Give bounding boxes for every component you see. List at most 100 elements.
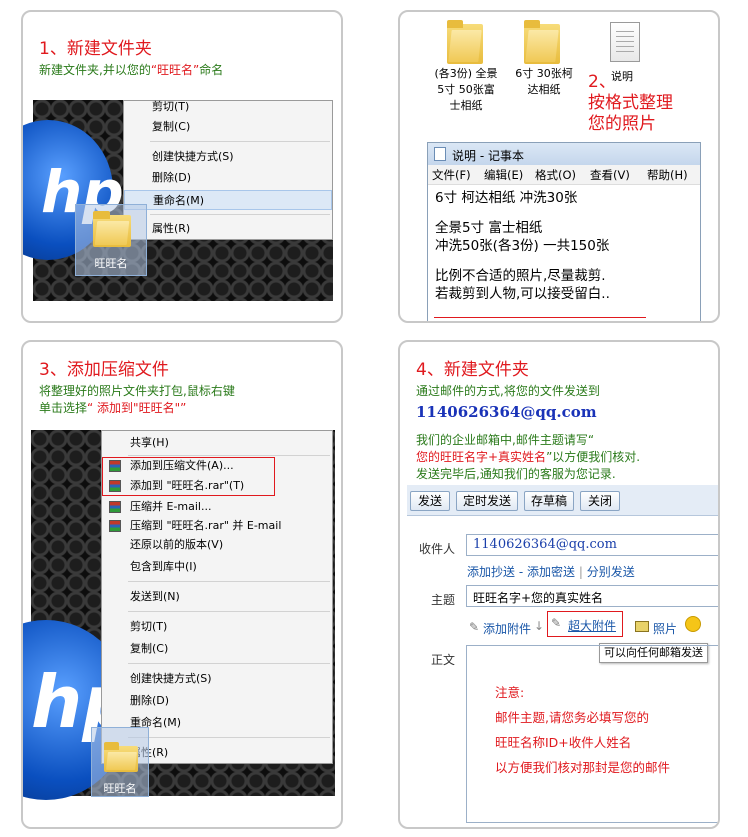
folder-icon [93, 211, 131, 247]
step4-desc4: 您的旺旺名字+真实姓名”以方便我们核对. [416, 448, 640, 465]
menu-restore-versions[interactable]: 还原以前的版本(V) [102, 535, 332, 555]
notepad-line: 若裁剪到人物,可以接受留白.. [435, 286, 610, 302]
body-note: 注意: 邮件主题,请您务必填写您的 旺旺名称ID+收件人姓名 以方便我们核对那封… [495, 680, 670, 780]
dropdown-arrow-icon[interactable]: ↓ [534, 619, 544, 633]
menu-compress-rar-email[interactable]: 压缩到 "旺旺名.rar" 并 E-mail [102, 516, 332, 536]
context-menu: 共享(H) 添加到压缩文件(A)... 添加到 "旺旺名.rar"(T) 压缩并… [101, 430, 333, 764]
step2-note-a: 2、 [588, 72, 616, 92]
add-attachment-link[interactable]: 添加附件 [483, 620, 531, 637]
desktop-folder[interactable]: 旺旺名 [91, 727, 149, 797]
scheduled-send-button[interactable]: 定时发送 [456, 491, 518, 511]
step3-desc2: 单击选择“ 添加到"旺旺名"” [39, 399, 186, 416]
desktop-folder[interactable]: 旺旺名 [75, 204, 147, 276]
step4-desc3: 我们的企业邮箱中,邮件主题请写“ [416, 433, 595, 447]
menu-properties[interactable]: 属性(R) [124, 219, 332, 239]
menu-create-shortcut[interactable]: 创建快捷方式(S) [102, 669, 332, 689]
photo-link[interactable]: 照片 [653, 620, 677, 637]
menu-include-library[interactable]: 包含到库中(I) [102, 557, 332, 577]
paperclip-icon: ✎ [551, 616, 562, 630]
subject-label: 主题 [431, 593, 456, 607]
step4-title: 4、新建文件夹 [416, 360, 529, 380]
big-attachment-link: 超大附件 [568, 619, 617, 633]
winrar-icon [109, 520, 121, 532]
to-label: 收件人 [419, 542, 456, 556]
notepad-line: 6寸 柯达相纸 冲洗30张 [435, 190, 578, 206]
send-button[interactable]: 发送 [410, 491, 450, 511]
notepad-menu-help[interactable]: 帮助(H) [647, 167, 688, 183]
context-menu: 剪切(T) 复制(C) 创建快捷方式(S) 删除(D) 重命名(M) 属性(R) [123, 100, 333, 240]
subject-field[interactable]: 旺旺名字+您的真实姓名 [466, 585, 718, 607]
mail-compose: 发送 定时发送 存草稿 关闭 收件人 1140626364@qq.com 添加抄… [407, 485, 718, 827]
notepad-line: 全景5寸 富士相纸 [435, 220, 543, 236]
folder-icon[interactable] [447, 20, 483, 64]
step4-desc4-b: ”以方便我们核对. [546, 450, 641, 464]
notepad-text[interactable]: 6寸 柯达相纸 冲洗30张 全景5寸 富士相纸 冲洗50张(各3份) 一共150… [435, 189, 610, 303]
menu-copy[interactable]: 复制(C) [102, 639, 332, 659]
link-separator: | [578, 565, 583, 579]
menu-separator [128, 581, 330, 582]
add-bcc-link[interactable]: 添加密送 [527, 565, 575, 579]
emoji-icon[interactable] [685, 616, 701, 632]
winrar-icon [109, 501, 121, 513]
step2-panel: (各3份) 全景5寸 50张富士相纸 6寸 30张柯达相纸 说明 2、 按格式整… [398, 10, 720, 323]
step1-desc-b: “旺旺名” [150, 63, 200, 77]
menu-share[interactable]: 共享(H) [102, 433, 332, 453]
notepad-icon [434, 147, 446, 161]
to-field[interactable]: 1140626364@qq.com [466, 534, 718, 556]
red-underline [434, 317, 646, 318]
menu-cut[interactable]: 剪切(T) [102, 617, 332, 637]
step1-panel: 1、新建文件夹 新建文件夹,并以您的“旺旺名”命名 hp 剪切(T) 复制(C)… [21, 10, 343, 323]
notepad-menu-format[interactable]: 格式(O) [535, 167, 576, 183]
notepad-menubar: 文件(F) 编辑(E) 格式(O) 查看(V) 帮助(H) [428, 165, 700, 185]
menu-copy[interactable]: 复制(C) [124, 117, 332, 137]
menu-separator [128, 611, 330, 612]
folder-label: 旺旺名 [103, 782, 137, 795]
step3-desc2-a: 单击选择 [39, 401, 88, 415]
menu-create-shortcut[interactable]: 创建快捷方式(S) [124, 147, 332, 167]
step3-desc2-b: “ 添加到"旺旺名"” [87, 401, 187, 415]
menu-separator [128, 737, 330, 738]
notepad-window: 说明 - 记事本 文件(F) 编辑(E) 格式(O) 查看(V) 帮助(H) 6… [427, 142, 701, 321]
folder-label: 旺旺名 [94, 257, 128, 270]
paperclip-icon: ✎ [469, 620, 480, 634]
step3-title: 3、添加压缩文件 [39, 360, 169, 380]
folder-icon [104, 742, 138, 772]
notepad-menu-edit[interactable]: 编辑(E) [484, 167, 523, 183]
step4-desc5: 发送完毕后,通知我们的客服为您记录. [416, 467, 616, 481]
close-button[interactable]: 关闭 [580, 491, 620, 511]
photo-icon [635, 621, 649, 632]
step3-desc: 将整理好的照片文件夹打包,鼠标右键 [39, 384, 235, 398]
separate-send-link[interactable]: 分别发送 [587, 565, 635, 579]
notepad-line: 比例不合适的照片,尽量裁剪. [435, 268, 606, 284]
highlight-box [102, 457, 275, 496]
step1-desc: 新建文件夹,并以您的“旺旺名”命名 [39, 61, 223, 78]
notepad-menu-view[interactable]: 查看(V) [590, 167, 630, 183]
big-attachment-box[interactable]: ✎ 超大附件 [547, 611, 623, 637]
save-draft-button[interactable]: 存草稿 [524, 491, 574, 511]
link-separator: - [518, 565, 524, 579]
note-line: 旺旺名称ID+收件人姓名 [495, 735, 632, 750]
step4-desc: 通过邮件的方式,将您的文件发送到 [416, 384, 600, 398]
target-email: 1140626364@qq.com [416, 403, 597, 421]
add-cc-link[interactable]: 添加抄送 [467, 565, 515, 579]
step1-title: 1、新建文件夹 [39, 39, 152, 59]
notepad-line: 冲洗50张(各3份) 一共150张 [435, 238, 610, 254]
menu-delete[interactable]: 删除(D) [124, 168, 332, 188]
menu-cut[interactable]: 剪切(T) [124, 97, 332, 117]
folder-label-b: 6寸 30张柯达相纸 [515, 67, 573, 96]
step3-panel: 3、添加压缩文件 将整理好的照片文件夹打包,鼠标右键 单击选择“ 添加到"旺旺名… [21, 340, 343, 829]
menu-rename[interactable]: 重命名(M) [124, 190, 332, 210]
body-field[interactable]: 注意: 邮件主题,请您务必填写您的 旺旺名称ID+收件人姓名 以方便我们核对那封… [466, 645, 718, 823]
notepad-title: 说明 - 记事本 [452, 149, 524, 163]
note-line: 以方便我们核对那封是您的邮件 [495, 760, 671, 775]
folder-icon[interactable] [524, 20, 560, 64]
menu-compress-email[interactable]: 压缩并 E-mail... [102, 497, 332, 517]
subject-value: 旺旺名字+您的真实姓名 [473, 591, 604, 605]
notepad-menu-file[interactable]: 文件(F) [432, 167, 471, 183]
notepad-titlebar[interactable]: 说明 - 记事本 [428, 143, 700, 165]
text-file-icon[interactable] [610, 22, 640, 62]
menu-delete[interactable]: 删除(D) [102, 691, 332, 711]
note-line: 邮件主题,请您务必填写您的 [495, 710, 649, 725]
step1-desc-a: 新建文件夹,并以您的 [39, 63, 151, 77]
menu-send-to[interactable]: 发送到(N) [102, 587, 332, 607]
